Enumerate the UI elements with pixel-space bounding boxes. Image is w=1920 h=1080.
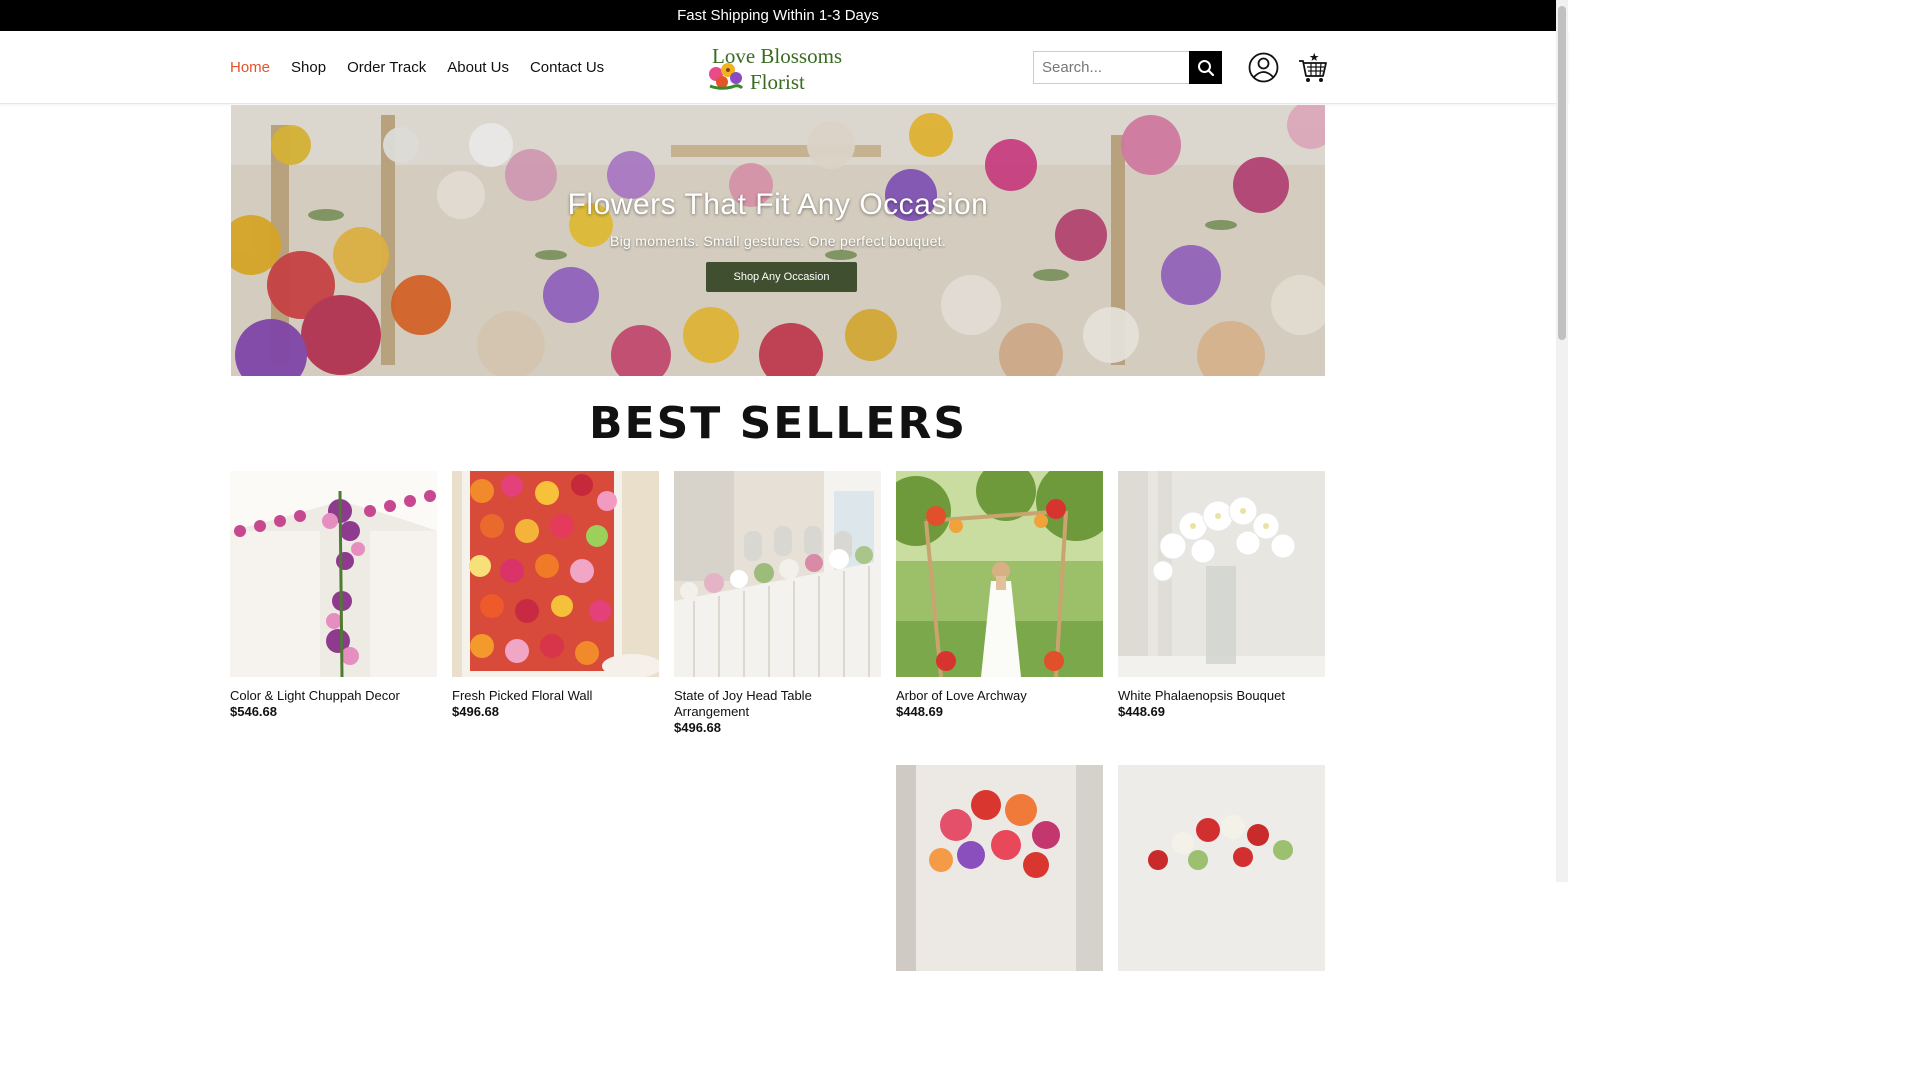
shop-any-occasion-button[interactable]: Shop Any Occasion	[706, 262, 857, 292]
product-card[interactable]: State of Joy Head Table Arrangement $496…	[674, 471, 881, 736]
product-name[interactable]: White Phalaenopsis Bouquet	[1118, 688, 1325, 704]
product-image[interactable]	[1118, 765, 1325, 971]
hero-banner[interactable]: Flowers That Fit Any Occasion Big moment…	[231, 105, 1325, 376]
announcement-text: Fast Shipping Within 1-3 Days	[677, 7, 879, 24]
site-logo[interactable]: Love Blossoms Florist	[706, 44, 856, 94]
product-card[interactable]	[896, 765, 1103, 971]
search-input[interactable]	[1033, 51, 1189, 84]
logo-line-2: Florist	[750, 70, 805, 94]
user-icon[interactable]	[1248, 52, 1279, 83]
announcement-bar: Fast Shipping Within 1-3 Days	[0, 0, 1568, 31]
product-card[interactable]: Color & Light Chuppah Decor $546.68	[230, 471, 437, 720]
chuppah-decor-image	[230, 471, 437, 677]
product-image[interactable]	[896, 471, 1103, 677]
product-price: $496.68	[452, 704, 499, 719]
hero-title: Flowers That Fit Any Occasion	[567, 188, 989, 221]
product-price: $496.68	[674, 720, 721, 735]
hero-subtitle: Big moments. Small gestures. One perfect…	[609, 233, 947, 249]
product-card[interactable]: Fresh Picked Floral Wall $496.68	[452, 471, 659, 720]
search-form	[1033, 51, 1222, 84]
scrollbar-thumb[interactable]	[1558, 6, 1566, 340]
nav-shop[interactable]: Shop	[291, 59, 326, 76]
product-name[interactable]: Fresh Picked Floral Wall	[452, 688, 659, 704]
product-price: $448.69	[1118, 704, 1165, 719]
product-name[interactable]: State of Joy Head Table Arrangement	[674, 688, 881, 720]
head-table-image	[674, 471, 881, 677]
product-image[interactable]	[230, 471, 437, 677]
product-image[interactable]	[674, 471, 881, 677]
cart-icon[interactable]	[1298, 52, 1327, 83]
nav-order-track[interactable]: Order Track	[347, 59, 426, 76]
product-image[interactable]	[1118, 471, 1325, 677]
casket-spray-image	[1118, 765, 1325, 971]
logo-line-1: Love Blossoms	[712, 44, 843, 68]
nav-home[interactable]: Home	[230, 59, 270, 76]
product-image[interactable]	[896, 765, 1103, 971]
product-image[interactable]	[452, 471, 659, 677]
main-nav: Home Shop Order Track About Us Contact U…	[230, 31, 604, 104]
phalaenopsis-image	[1118, 471, 1325, 677]
archway-image	[896, 471, 1103, 677]
page-scrollbar[interactable]	[1556, 0, 1568, 882]
nav-about-us[interactable]: About Us	[447, 59, 509, 76]
site-header: Home Shop Order Track About Us Contact U…	[0, 31, 1568, 104]
search-icon	[1197, 59, 1214, 76]
product-grid: Color & Light Chuppah Decor $546.68 Fres…	[230, 471, 1326, 971]
product-name[interactable]: Color & Light Chuppah Decor	[230, 688, 437, 704]
product-price: $448.69	[896, 704, 943, 719]
product-price: $546.68	[230, 704, 277, 719]
search-button[interactable]	[1189, 51, 1222, 84]
product-name[interactable]: Arbor of Love Archway	[896, 688, 1103, 704]
product-card[interactable]	[1118, 765, 1325, 971]
red-arrangement-image	[896, 765, 1103, 971]
floral-wall-image	[452, 471, 659, 677]
nav-contact-us[interactable]: Contact Us	[530, 59, 604, 76]
product-card[interactable]: Arbor of Love Archway $448.69	[896, 471, 1103, 720]
best-sellers-heading: BEST SELLERS	[588, 398, 968, 449]
product-card[interactable]: White Phalaenopsis Bouquet $448.69	[1118, 471, 1325, 720]
